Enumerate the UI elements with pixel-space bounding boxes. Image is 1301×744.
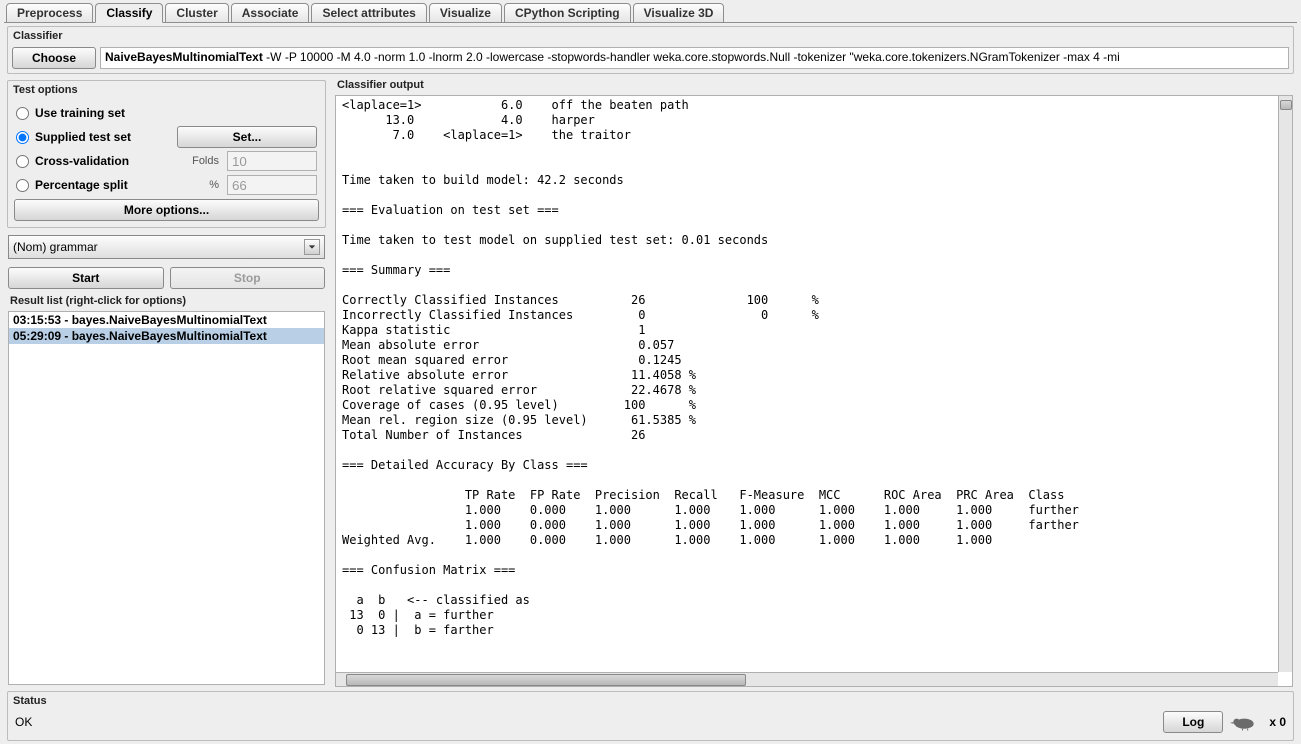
result-list[interactable]: 03:15:53 - bayes.NaiveBayesMultinomialTe… xyxy=(8,311,325,685)
classifier-output-title: Classifier output xyxy=(333,77,1297,93)
classifier-title: Classifier xyxy=(9,28,1292,44)
opt-percentage-split[interactable]: Percentage split xyxy=(16,178,163,192)
result-item-1[interactable]: 05:29:09 - bayes.NaiveBayesMultinomialTe… xyxy=(9,328,324,344)
result-list-title: Result list (right-click for options) xyxy=(4,293,329,309)
status-count: x 0 xyxy=(1269,715,1286,729)
tab-associate[interactable]: Associate xyxy=(231,3,310,23)
classifier-cmdline[interactable]: NaiveBayesMultinomialText -W -P 10000 -M… xyxy=(100,47,1289,69)
status-title: Status xyxy=(9,693,1292,709)
radio-training[interactable] xyxy=(16,107,29,120)
log-button[interactable]: Log xyxy=(1163,711,1223,733)
tab-cpython[interactable]: CPython Scripting xyxy=(504,3,631,23)
tab-visualize3d[interactable]: Visualize 3D xyxy=(633,3,725,23)
test-options-title: Test options xyxy=(9,82,324,98)
status-text: OK xyxy=(15,715,1157,729)
folds-input xyxy=(227,151,317,171)
radio-cv[interactable] xyxy=(16,155,29,168)
opt-cross-validation[interactable]: Cross-validation xyxy=(16,154,163,168)
opt-use-training-set[interactable]: Use training set xyxy=(16,106,317,120)
result-item-0[interactable]: 03:15:53 - bayes.NaiveBayesMultinomialTe… xyxy=(9,312,324,328)
set-button[interactable]: Set... xyxy=(177,126,317,148)
pct-input xyxy=(227,175,317,195)
classifier-args: -W -P 10000 -M 4.0 -norm 1.0 -lnorm 2.0 … xyxy=(263,50,1120,64)
more-options-button[interactable]: More options... xyxy=(14,199,319,221)
stop-button: Stop xyxy=(170,267,326,289)
vertical-scrollbar[interactable] xyxy=(1278,96,1292,672)
start-button[interactable]: Start xyxy=(8,267,164,289)
tab-preprocess[interactable]: Preprocess xyxy=(6,3,93,23)
tab-classify[interactable]: Classify xyxy=(95,3,163,23)
weka-bird-icon xyxy=(1229,713,1263,731)
tab-select-attributes[interactable]: Select attributes xyxy=(311,3,426,23)
radio-pct[interactable] xyxy=(16,179,29,192)
horizontal-scrollbar[interactable] xyxy=(336,672,1278,686)
tabbar: Preprocess Classify Cluster Associate Se… xyxy=(0,0,1301,22)
classifier-output: <laplace=1> 6.0 off the beaten path 13.0… xyxy=(335,95,1293,687)
vscroll-thumb[interactable] xyxy=(1280,100,1292,110)
folds-label: Folds xyxy=(171,155,219,167)
hscroll-thumb[interactable] xyxy=(346,674,746,686)
radio-supplied[interactable] xyxy=(16,131,29,144)
tab-cluster[interactable]: Cluster xyxy=(165,3,228,23)
choose-button[interactable]: Choose xyxy=(12,47,96,69)
chevron-down-icon xyxy=(304,239,320,255)
status-panel: Status OK Log x 0 xyxy=(7,691,1294,741)
classifier-name: NaiveBayesMultinomialText xyxy=(105,50,263,64)
pct-label: % xyxy=(171,179,219,191)
combo-value: (Nom) grammar xyxy=(13,240,98,254)
output-text[interactable]: <laplace=1> 6.0 off the beaten path 13.0… xyxy=(336,96,1292,686)
class-attribute-combo[interactable]: (Nom) grammar xyxy=(8,235,325,259)
tab-visualize[interactable]: Visualize xyxy=(429,3,502,23)
test-options-panel: Test options Use training set Supplied t… xyxy=(7,80,326,228)
classifier-panel: Classifier Choose NaiveBayesMultinomialT… xyxy=(7,26,1294,74)
opt-supplied-test-set[interactable]: Supplied test set xyxy=(16,130,169,144)
